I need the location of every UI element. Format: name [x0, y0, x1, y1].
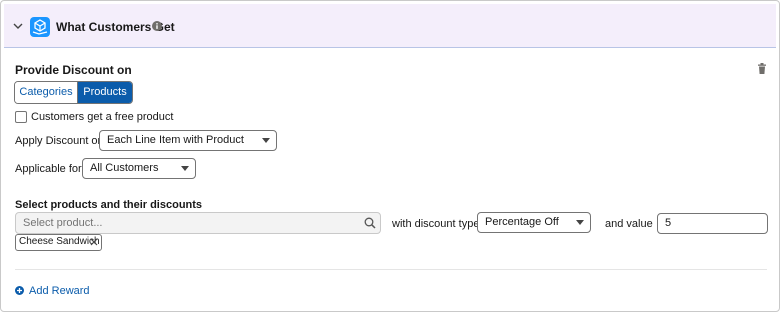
- search-placeholder: Select product...: [23, 217, 103, 229]
- free-product-checkbox[interactable]: [15, 111, 27, 123]
- applicable-for-select[interactable]: All Customers: [82, 158, 196, 179]
- divider: [15, 269, 767, 270]
- section-header[interactable]: What Customers Get: [4, 4, 776, 48]
- applicable-for-label: Applicable for: [15, 163, 82, 175]
- gift-box-icon: [30, 17, 50, 37]
- products-button[interactable]: Products: [78, 82, 132, 103]
- discount-target-toggle: Categories Products: [14, 81, 133, 104]
- selected-product-pill: Cheese Sandwich: [15, 234, 102, 251]
- add-circle-icon[interactable]: [15, 286, 24, 295]
- discount-value-input[interactable]: 5: [657, 213, 768, 234]
- categories-button[interactable]: Categories: [15, 82, 78, 103]
- close-icon[interactable]: [90, 238, 98, 246]
- pill-label: Cheese Sandwich: [19, 236, 100, 247]
- apply-discount-select[interactable]: Each Line Item with Product: [99, 130, 277, 151]
- discount-type-label: with discount type: [392, 218, 480, 230]
- free-product-label: Customers get a free product: [31, 111, 174, 123]
- products-heading: Select products and their discounts: [15, 199, 203, 211]
- applicable-for-value: All Customers: [90, 162, 159, 174]
- caret-down-icon: [262, 138, 270, 143]
- info-icon[interactable]: [152, 21, 162, 31]
- value-label: and value: [605, 218, 653, 230]
- trash-icon[interactable]: [757, 63, 767, 74]
- add-reward-link[interactable]: Add Reward: [29, 285, 90, 297]
- search-icon[interactable]: [364, 217, 376, 229]
- provide-discount-heading: Provide Discount on: [15, 63, 132, 77]
- discount-value: 5: [665, 217, 672, 229]
- caret-down-icon: [181, 166, 189, 171]
- product-search-input[interactable]: Select product...: [15, 212, 381, 234]
- caret-down-icon: [576, 220, 584, 225]
- discount-type-select[interactable]: Percentage Off: [477, 212, 591, 233]
- chevron-down-icon[interactable]: [13, 21, 23, 31]
- apply-discount-label: Apply Discount on: [15, 135, 104, 147]
- apply-discount-value: Each Line Item with Product: [107, 134, 244, 146]
- discount-type-value: Percentage Off: [485, 216, 559, 228]
- rewards-panel: What Customers Get Provide Discount on C…: [0, 0, 780, 312]
